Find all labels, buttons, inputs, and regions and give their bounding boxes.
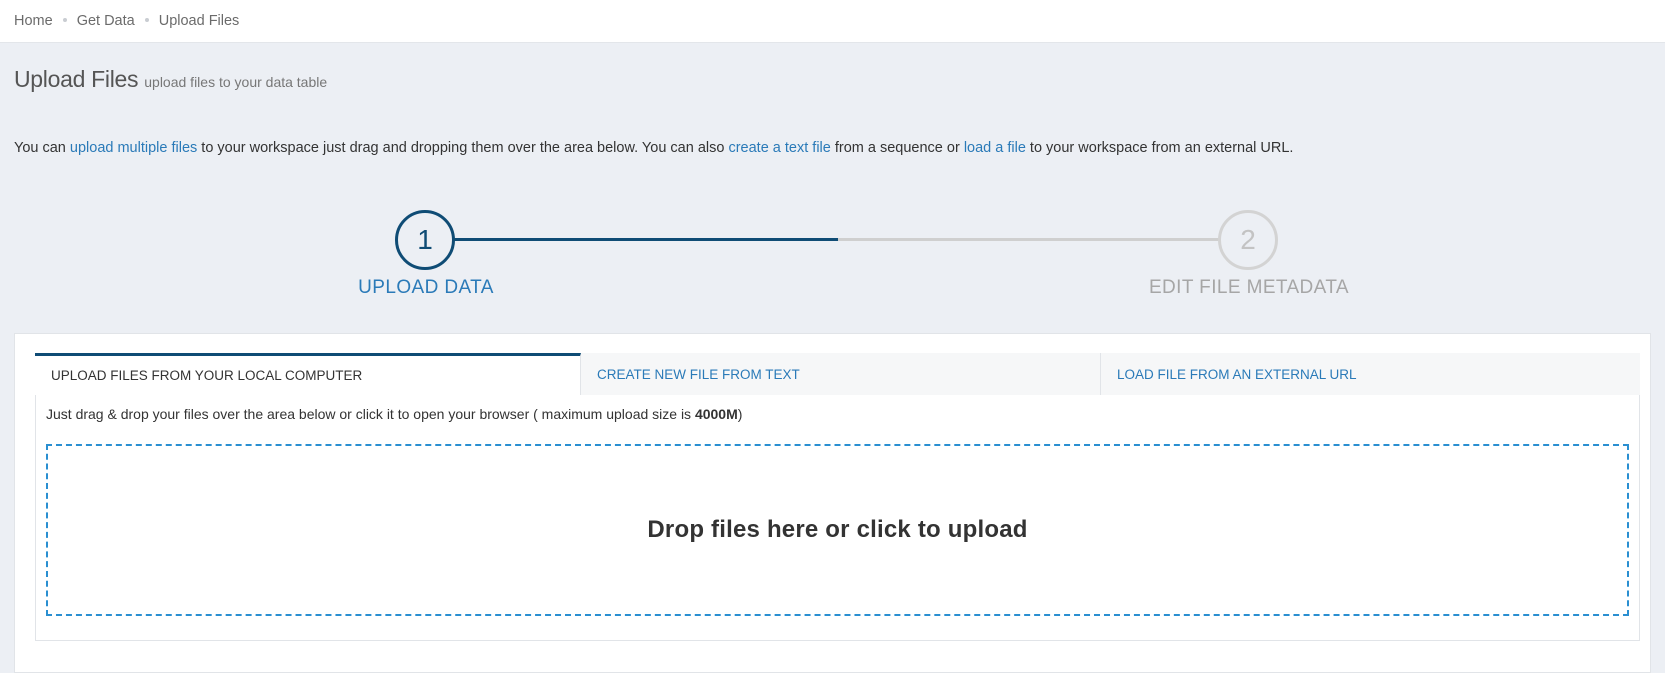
intro-text-part: to your workspace from an external URL. <box>1025 140 1294 156</box>
breadcrumb-separator <box>144 18 149 22</box>
file-dropzone[interactable]: Drop files here or click to upload <box>46 444 1629 616</box>
breadcrumb-upload-files: Upload Files <box>158 13 240 29</box>
tab-upload-local[interactable]: UPLOAD FILES FROM YOUR LOCAL COMPUTER <box>35 353 581 396</box>
upload-wizard: 1 2 UPLOAD DATA EDIT FILE METADATA <box>0 205 1665 305</box>
wizard-progress-inactive <box>838 238 1220 241</box>
step-2-circle: 2 <box>1218 210 1278 270</box>
upload-multiple-files-link[interactable]: upload multiple files <box>70 140 197 156</box>
upload-hint-suffix: ) <box>737 406 743 422</box>
page-title: Upload Files <box>14 66 139 92</box>
upload-panel: UPLOAD FILES FROM YOUR LOCAL COMPUTER CR… <box>14 333 1651 673</box>
breadcrumb: Home Get Data Upload Files <box>0 0 1665 43</box>
page-heading: Upload Files upload files to your data t… <box>14 66 327 93</box>
breadcrumb-get-data[interactable]: Get Data <box>77 13 135 29</box>
intro-text-part: from a sequence or <box>830 140 964 156</box>
wizard-progress-active <box>452 238 838 241</box>
step-1-label: UPLOAD DATA <box>358 277 494 298</box>
breadcrumb-home[interactable]: Home <box>14 13 53 29</box>
tab-create-from-text[interactable]: CREATE NEW FILE FROM TEXT <box>581 353 1101 395</box>
page-subtitle: upload files to your data table <box>144 74 328 90</box>
create-text-file-link[interactable]: create a text file <box>728 140 830 156</box>
load-file-link[interactable]: load a file <box>964 140 1026 156</box>
intro-text-part: to your workspace just drag and dropping… <box>197 140 729 156</box>
dropzone-text: Drop files here or click to upload <box>647 516 1028 543</box>
breadcrumb-separator <box>62 18 67 22</box>
step-1-circle: 1 <box>395 210 455 270</box>
intro-text: You can upload multiple files to your wo… <box>14 140 1293 156</box>
step-2-label: EDIT FILE METADATA <box>1148 277 1350 298</box>
upload-hint: Just drag & drop your files over the are… <box>46 406 742 422</box>
tab-load-from-url[interactable]: LOAD FILE FROM AN EXTERNAL URL <box>1101 353 1640 395</box>
intro-text-part: You can <box>14 140 70 156</box>
upload-hint-prefix: Just drag & drop your files over the are… <box>46 406 695 422</box>
tab-content-upload-local: Just drag & drop your files over the are… <box>35 395 1640 641</box>
upload-tabs: UPLOAD FILES FROM YOUR LOCAL COMPUTER CR… <box>35 353 1640 396</box>
max-upload-size: 4000M <box>694 406 738 422</box>
